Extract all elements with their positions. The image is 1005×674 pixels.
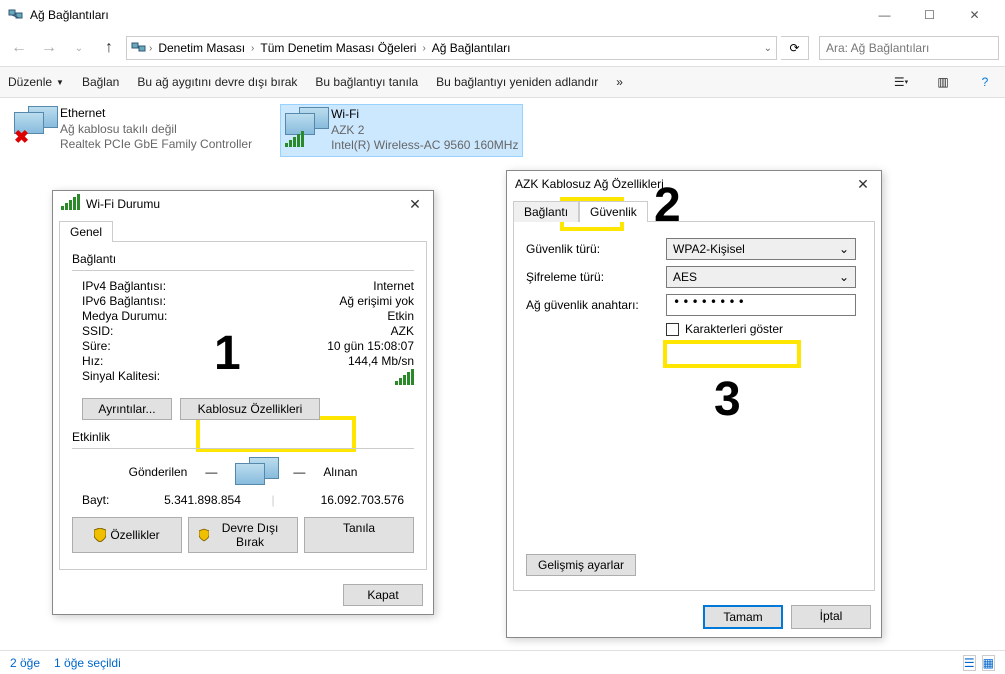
show-chars-checkbox[interactable] xyxy=(666,323,679,336)
diagnose-button[interactable]: Bu bağlantıyı tanıla xyxy=(315,75,418,89)
wifi-icon xyxy=(285,107,325,147)
ipv6-value: Ağ erişimi yok xyxy=(202,294,414,308)
window-title: Ağ Bağlantıları xyxy=(30,8,862,22)
encryption-select[interactable]: AES⌄ xyxy=(666,266,856,288)
item-count: 2 öğe xyxy=(10,656,40,670)
address-bar: ← → ⌄ ↑ › Denetim Masası › Tüm Denetim M… xyxy=(0,30,1005,66)
connection-name: Ethernet xyxy=(60,106,252,122)
ssid-value: AZK xyxy=(202,324,414,338)
show-chars-label: Karakterleri göster xyxy=(685,322,783,336)
up-button[interactable]: ↑ xyxy=(96,35,122,61)
disable-button[interactable]: Bu ağ aygıtını devre dışı bırak xyxy=(137,75,297,89)
bytes-label: Bayt: xyxy=(82,493,142,507)
crumb-network[interactable]: Ağ Bağlantıları xyxy=(428,39,515,57)
activity-icon xyxy=(235,457,275,487)
disconnected-icon: ✖ xyxy=(14,127,29,148)
selected-count: 1 öğe seçildi xyxy=(54,656,121,670)
speed-label: Hız: xyxy=(82,354,202,368)
media-value: Etkin xyxy=(202,309,414,323)
status-bar: 2 öğe 1 öğe seçildi ☰ ▦ xyxy=(0,650,1005,674)
connect-button[interactable]: Bağlan xyxy=(82,75,119,89)
search-input[interactable]: Ara: Ağ Bağlantıları xyxy=(819,36,999,60)
shield-icon xyxy=(94,528,106,542)
command-bar: Düzenle ▼ Bağlan Bu ağ aygıtını devre dı… xyxy=(0,66,1005,98)
network-icon xyxy=(8,7,24,23)
dialog-title: AZK Kablosuz Ağ Özellikleri xyxy=(515,177,853,191)
shield-icon xyxy=(199,528,209,542)
properties-button[interactable]: Özellikler xyxy=(72,517,182,553)
ipv6-label: IPv6 Bağlantısı: xyxy=(82,294,202,308)
bytes-recv: 16.092.703.576 xyxy=(283,493,404,507)
maximize-button[interactable]: ☐ xyxy=(907,0,952,30)
connection-status: Ağ kablosu takılı değil xyxy=(60,122,252,138)
dialog-title: Wi-Fi Durumu xyxy=(86,197,405,211)
speed-value: 144,4 Mb/sn xyxy=(202,354,414,368)
security-type-label: Güvenlik türü: xyxy=(526,242,666,256)
connection-device: Intel(R) Wireless-AC 9560 160MHz xyxy=(331,138,518,154)
icons-view-button[interactable]: ▦ xyxy=(982,655,995,671)
diagnose-button[interactable]: Tanıla xyxy=(304,517,414,553)
recv-label: Alınan xyxy=(323,465,357,479)
quality-value xyxy=(202,369,414,388)
ssid-label: SSID: xyxy=(82,324,202,338)
details-view-button[interactable]: ☰ xyxy=(963,655,976,671)
duration-label: Süre: xyxy=(82,339,202,353)
group-connection: Bağlantı xyxy=(72,252,414,266)
close-button[interactable]: ✕ xyxy=(405,196,425,213)
advanced-button[interactable]: Gelişmiş ayarlar xyxy=(526,554,636,576)
crumb-all-items[interactable]: Tüm Denetim Masası Öğeleri xyxy=(256,39,420,57)
connection-device: Realtek PCIe GbE Family Controller xyxy=(60,137,252,153)
disable-button[interactable]: Devre Dışı Bırak xyxy=(188,517,298,553)
cancel-button[interactable]: İptal xyxy=(791,605,871,629)
wifi-icon xyxy=(61,198,80,210)
rename-button[interactable]: Bu bağlantıyı yeniden adlandır xyxy=(436,75,598,89)
breadcrumb[interactable]: › Denetim Masası › Tüm Denetim Masası Öğ… xyxy=(126,36,777,60)
close-button[interactable]: ✕ xyxy=(853,176,873,193)
ipv4-label: IPv4 Bağlantısı: xyxy=(82,279,202,293)
search-placeholder: Ara: Ağ Bağlantıları xyxy=(826,41,929,55)
security-type-select[interactable]: WPA2-Kişisel⌄ xyxy=(666,238,856,260)
forward-button[interactable]: → xyxy=(36,35,62,61)
close-button[interactable]: Kapat xyxy=(343,584,423,606)
connection-list: ✖ Ethernet Ağ kablosu takılı değil Realt… xyxy=(0,98,1005,163)
ok-button[interactable]: Tamam xyxy=(703,605,783,629)
key-input[interactable]: •••••••• xyxy=(666,294,856,316)
quality-label: Sinyal Kalitesi: xyxy=(82,369,202,388)
wireless-properties-dialog: AZK Kablosuz Ağ Özellikleri ✕ Bağlantı G… xyxy=(506,170,882,638)
ethernet-icon: ✖ xyxy=(14,106,54,146)
tab-security[interactable]: Güvenlik xyxy=(579,201,648,222)
key-label: Ağ güvenlik anahtarı: xyxy=(526,298,666,312)
bytes-sent: 5.341.898.854 xyxy=(142,493,263,507)
back-button[interactable]: ← xyxy=(6,35,32,61)
more-button[interactable]: » xyxy=(616,75,623,89)
close-button[interactable]: ✕ xyxy=(952,0,997,30)
refresh-button[interactable]: ⟳ xyxy=(781,36,809,60)
connection-ethernet[interactable]: ✖ Ethernet Ağ kablosu takılı değil Realt… xyxy=(10,104,256,157)
crumb-control-panel[interactable]: Denetim Masası xyxy=(154,39,249,57)
duration-value: 10 gün 15:08:07 xyxy=(202,339,414,353)
wireless-properties-button[interactable]: Kablosuz Özellikleri xyxy=(180,398,320,420)
preview-pane-button[interactable]: ▥ xyxy=(931,70,955,94)
minimize-button[interactable]: — xyxy=(862,0,907,30)
tab-connection[interactable]: Bağlantı xyxy=(513,201,579,222)
connection-wifi[interactable]: Wi-Fi AZK 2 Intel(R) Wireless-AC 9560 16… xyxy=(280,104,523,157)
sent-label: Gönderilen xyxy=(129,465,188,479)
organize-menu[interactable]: Düzenle ▼ xyxy=(8,75,64,89)
group-activity: Etkinlik xyxy=(72,430,414,444)
wifi-status-dialog: Wi-Fi Durumu ✕ Genel Bağlantı IPv4 Bağla… xyxy=(52,190,434,615)
help-button[interactable]: ? xyxy=(973,70,997,94)
ipv4-value: Internet xyxy=(202,279,414,293)
breadcrumb-dropdown[interactable]: ⌄ xyxy=(764,43,772,54)
encryption-label: Şifreleme türü: xyxy=(526,270,666,284)
details-button[interactable]: Ayrıntılar... xyxy=(82,398,172,420)
connection-name: Wi-Fi xyxy=(331,107,518,123)
network-icon xyxy=(131,40,147,56)
media-label: Medya Durumu: xyxy=(82,309,202,323)
view-button[interactable]: ☰▾ xyxy=(889,70,913,94)
window-titlebar: Ağ Bağlantıları — ☐ ✕ xyxy=(0,0,1005,30)
tab-general[interactable]: Genel xyxy=(59,221,113,242)
recent-dropdown[interactable]: ⌄ xyxy=(66,35,92,61)
connection-status: AZK 2 xyxy=(331,123,518,139)
